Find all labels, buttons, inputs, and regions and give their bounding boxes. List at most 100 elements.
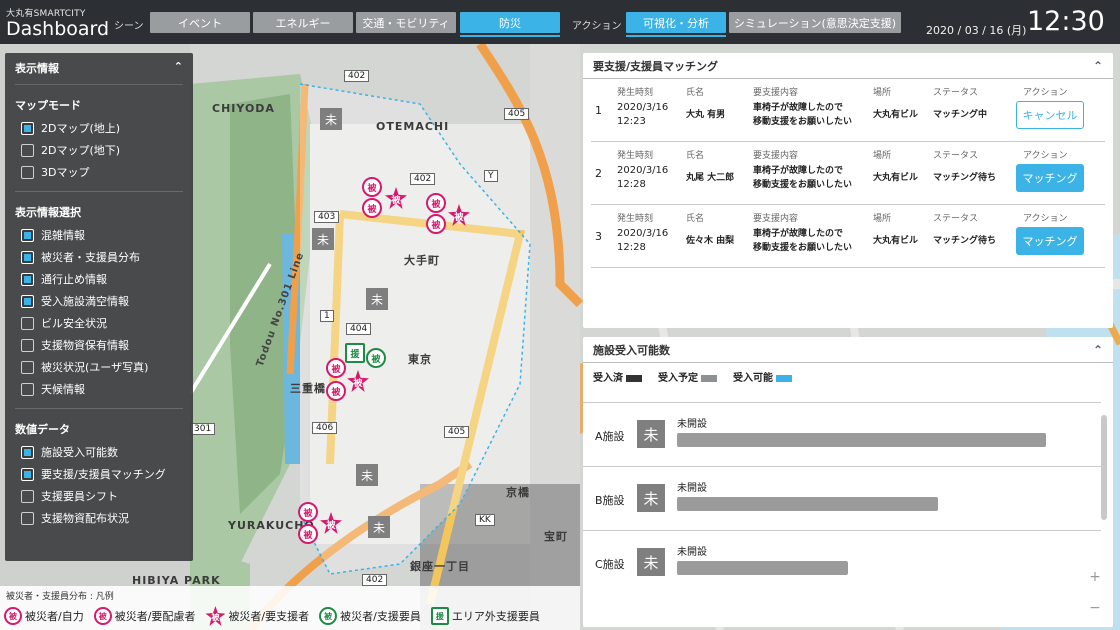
checkbox[interactable]: [21, 489, 34, 503]
checkbox-label: 混雑情報: [41, 229, 85, 242]
checkbox-label: 支援物資配布状況: [41, 512, 129, 525]
map-mode-3d[interactable]: 3Dマップ: [15, 161, 183, 183]
numeric-item-matching[interactable]: 要支援/支援員マッチング: [15, 463, 183, 485]
checkbox[interactable]: [21, 445, 34, 459]
display-item-road-closure[interactable]: 通行止め情報: [15, 268, 183, 290]
panel-header[interactable]: 表示情報 ⌃: [15, 59, 183, 85]
numeric-item-distribution[interactable]: 支援物資配布状況: [15, 507, 183, 529]
map-legend: 被災者・支援員分布 : 凡例 被被災者/自力 被被災者/要配慮者 被被災者/要支…: [0, 586, 580, 630]
chevron-up-icon[interactable]: ⌃: [1093, 343, 1103, 357]
action-tab-visualize[interactable]: 可視化・分析: [626, 12, 726, 37]
facility-row: C施設未 未開設: [583, 530, 1101, 594]
capacity-bar: [677, 497, 938, 511]
road-number: KK: [475, 514, 495, 526]
checkbox[interactable]: [21, 338, 34, 352]
status: マッチング待ち: [933, 173, 997, 183]
capacity-bar: [677, 433, 1046, 447]
checkbox[interactable]: [21, 467, 34, 481]
checkbox-label: 2Dマップ(地上): [41, 122, 121, 135]
facility-unopened-marker[interactable]: 未: [356, 464, 378, 486]
legend-label: エリア外支援要員: [451, 610, 540, 623]
chevron-up-icon[interactable]: ⌃: [1093, 59, 1103, 73]
map-label-kyobashi: 京橋: [506, 486, 530, 499]
facility-unopened-marker[interactable]: 未: [312, 228, 334, 250]
checkbox[interactable]: [21, 382, 34, 396]
victim-marker[interactable]: 被: [326, 381, 346, 401]
scene-tab-event[interactable]: イベント: [150, 12, 250, 33]
checkbox[interactable]: [21, 511, 34, 525]
road-number: 1: [320, 310, 334, 322]
scene-label: シーン: [114, 21, 144, 32]
display-item-facility-vacancy[interactable]: 受入施設満空情報: [15, 290, 183, 312]
victim-staff-marker[interactable]: 被: [366, 348, 386, 368]
action-tab-simulation[interactable]: シミュレーション(意思決定支援): [729, 12, 901, 33]
place: 大丸有ビル: [873, 110, 919, 120]
matching-button[interactable]: マッチング: [1016, 227, 1084, 255]
display-info-panel: 表示情報 ⌃ マップモード 2Dマップ(地上) 2Dマップ(地下) 3Dマップ …: [5, 53, 193, 561]
support-content-line: 車椅子が故障したので: [753, 166, 844, 176]
cancel-button[interactable]: キャンセル: [1016, 101, 1084, 129]
victim-marker[interactable]: 被: [326, 358, 346, 378]
checkbox[interactable]: [21, 250, 34, 264]
zoom-in-button[interactable]: +: [1084, 566, 1106, 588]
numeric-item-capacity[interactable]: 施設受入可能数: [15, 441, 183, 463]
occurred-date: 2020/3/16: [617, 165, 669, 176]
checkbox-label: ビル安全状況: [41, 317, 107, 330]
victim-marker[interactable]: 被: [426, 193, 446, 213]
map-mode-2d-ground[interactable]: 2Dマップ(地上): [15, 117, 183, 139]
map-label-otemachi-jp: 大手町: [404, 254, 440, 267]
victim-marker[interactable]: 被: [362, 198, 382, 218]
legend-label: 受入済: [593, 373, 623, 384]
legend-label: 被災者/自力: [25, 610, 84, 623]
facility-scrollbar[interactable]: [1101, 415, 1107, 520]
map-mode-title: マップモード: [15, 99, 81, 112]
checkbox[interactable]: [21, 121, 34, 135]
column-header-content: 要支援内容: [753, 88, 799, 98]
helper-marker[interactable]: 援: [345, 343, 365, 363]
occurred-date: 2020/3/16: [617, 102, 669, 113]
display-item-user-photos[interactable]: 被災状況(ユーザ写真): [15, 356, 183, 378]
checkbox-label: 支援物資保有情報: [41, 339, 129, 352]
victim-marker[interactable]: 被: [362, 177, 382, 197]
facility-unopened-marker[interactable]: 未: [366, 288, 388, 310]
display-item-supplies[interactable]: 支援物資保有情報: [15, 334, 183, 356]
victim-marker[interactable]: 被: [298, 524, 318, 544]
victim-marker[interactable]: 被: [426, 214, 446, 234]
scene-tab-mobility[interactable]: 交通・モビリティ: [356, 12, 456, 33]
row-number: 3: [595, 230, 602, 243]
numeric-item-shift[interactable]: 支援要員シフト: [15, 485, 183, 507]
display-item-congestion[interactable]: 混雑情報: [15, 224, 183, 246]
checkbox[interactable]: [21, 316, 34, 330]
checkbox[interactable]: [21, 165, 34, 179]
display-item-building-safety[interactable]: ビル安全状況: [15, 312, 183, 334]
checkbox[interactable]: [21, 294, 34, 308]
checkbox[interactable]: [21, 143, 34, 157]
matching-button[interactable]: マッチング: [1016, 164, 1084, 192]
display-item-weather[interactable]: 天候情報: [15, 378, 183, 400]
display-item-victims[interactable]: 被災者・支援員分布: [15, 246, 183, 268]
scene-tab-energy[interactable]: エネルギー: [253, 12, 353, 33]
matching-panel-header[interactable]: 要支援/支援員マッチング ⌃: [583, 53, 1113, 79]
map-label-chiyoda: CHIYODA: [212, 102, 275, 115]
column-header-status: ステータス: [933, 214, 979, 224]
facility-unopened-marker[interactable]: 未: [320, 108, 342, 130]
checkbox[interactable]: [21, 228, 34, 242]
facility-unopened-marker[interactable]: 未: [368, 516, 390, 538]
checkbox-label: 受入施設満空情報: [41, 295, 129, 308]
column-header-place: 場所: [873, 88, 892, 98]
checkbox[interactable]: [21, 360, 34, 374]
occurred-clock: 12:23: [617, 116, 646, 127]
outside-helper-icon: 援: [430, 607, 449, 625]
legend-label: 受入可能: [733, 373, 773, 384]
victim-marker[interactable]: 被: [298, 502, 318, 522]
facility-name: A施設: [595, 430, 625, 443]
status: マッチング待ち: [933, 236, 997, 246]
scene-tab-disaster[interactable]: 防災: [460, 12, 560, 37]
legend-item: 被被災者/要配慮者: [93, 607, 195, 625]
facility-panel-header[interactable]: 施設受入可能数 ⌃: [583, 337, 1113, 363]
checkbox[interactable]: [21, 272, 34, 286]
facility-status: 未開設: [677, 483, 707, 494]
zoom-out-button[interactable]: −: [1084, 597, 1106, 619]
map-mode-2d-underground[interactable]: 2Dマップ(地下): [15, 139, 183, 161]
chevron-up-icon[interactable]: ⌃: [174, 60, 183, 76]
